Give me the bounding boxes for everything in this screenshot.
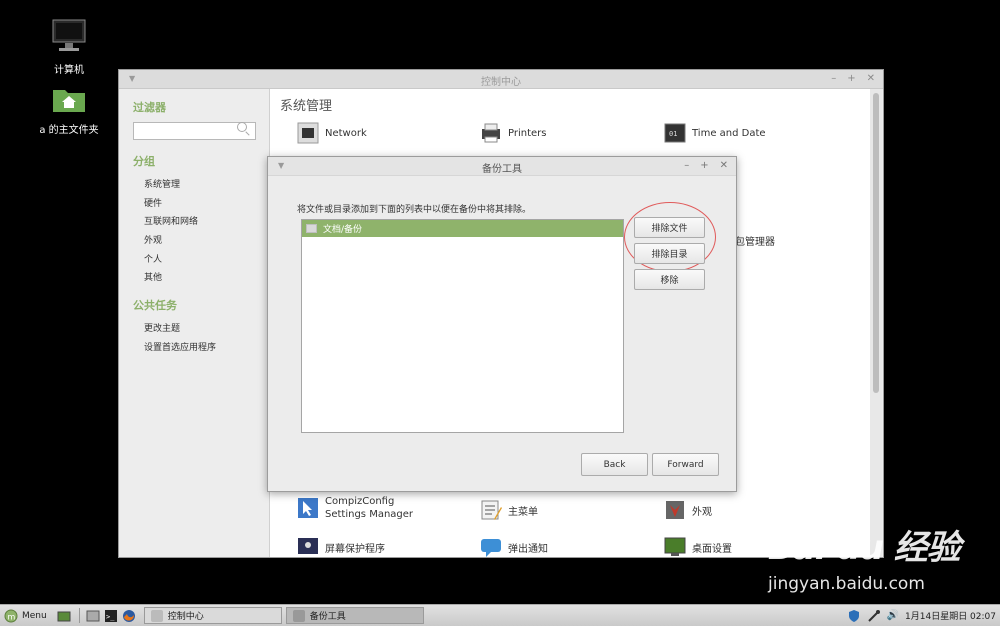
app-popup-notify[interactable]: 弹出通知 [480, 536, 548, 558]
app-time-date[interactable]: 01 Time and Date [664, 122, 766, 144]
scrollbar-thumb[interactable] [873, 93, 879, 393]
firefox-icon[interactable] [122, 609, 136, 623]
desktop-settings-icon [664, 537, 686, 556]
desktop-icon-label: a 的主文件夹 [39, 125, 99, 136]
app-label: 外观 [692, 506, 712, 518]
printer-icon [482, 123, 500, 143]
window-title: 控制中心 [481, 77, 521, 88]
instruction-text: 将文件或目录添加到下面的列表中以便在备份中将其排除。 [297, 205, 532, 215]
groups-heading: 分组 [133, 155, 155, 168]
taskbar-window-backup-tool[interactable]: 备份工具 [285, 607, 424, 624]
minimize-icon[interactable]: – [684, 160, 689, 171]
clock[interactable]: 1月14日星期日 02:07 [905, 609, 996, 622]
home-folder-icon [53, 90, 85, 112]
dialog-title: 备份工具 [482, 164, 522, 175]
minimize-icon[interactable]: – [831, 73, 836, 84]
app-label: CompizConfig Settings Manager [325, 496, 414, 520]
network-status-icon[interactable] [867, 609, 881, 623]
svg-text:m: m [8, 612, 16, 621]
sidebar: 过滤器 分组 系统管理 硬件 互联网和网络 外观 个人 其他 公共任务 更改主题… [119, 89, 269, 557]
folder-icon [306, 224, 317, 233]
screensaver-icon [298, 538, 318, 554]
appearance-icon [666, 501, 684, 519]
sidebar-item-other[interactable]: 其他 [144, 270, 162, 283]
app-network[interactable]: Network [297, 122, 367, 144]
section-title: 系统管理 [280, 99, 333, 114]
desktop-icon-computer[interactable]: 计算机 [34, 18, 104, 76]
taskbar-window-control-center[interactable]: 控制中心 [143, 607, 282, 624]
show-desktop-icon[interactable] [57, 609, 71, 623]
exclusion-list[interactable]: 文档/备份 [301, 219, 624, 433]
baidu-watermark: Bai du 经验 jingyan.baidu.com [768, 520, 998, 604]
app-package-manager[interactable]: 包管理器 [735, 233, 775, 248]
desktop-icon-home-folder[interactable]: a 的主文件夹 [34, 84, 104, 136]
shield-icon[interactable] [847, 609, 861, 623]
close-icon[interactable]: ✕ [720, 160, 728, 171]
dialog-title-bar: ▼ 备份工具 – + ✕ [268, 157, 736, 176]
app-appearance[interactable]: 外观 [664, 499, 712, 521]
clock-icon: 01 [664, 123, 686, 143]
app-screensaver[interactable]: 屏幕保护程序 [297, 536, 385, 558]
app-label: Printers [508, 127, 547, 139]
backup-dialog: ▼ 备份工具 – + ✕ 将文件或目录添加到下面的列表中以便在备份中将其排除。 … [267, 156, 737, 492]
title-bar: ▼ 控制中心 – + ✕ [119, 70, 883, 89]
menu-button[interactable]: m Menu [4, 607, 47, 624]
watermark-url: jingyan.baidu.com [768, 574, 925, 594]
exclude-file-button[interactable]: 排除文件 [634, 217, 705, 238]
control-center-icon [150, 609, 163, 622]
remove-button[interactable]: 移除 [634, 269, 705, 290]
notification-icon [481, 539, 501, 557]
network-icon [297, 122, 319, 144]
sidebar-item-hardware[interactable]: 硬件 [144, 196, 162, 209]
sidebar-item-internet[interactable]: 互联网和网络 [144, 214, 198, 227]
sidebar-item-appearance[interactable]: 外观 [144, 233, 162, 246]
svg-text:01: 01 [669, 130, 677, 138]
list-item[interactable]: 文档/备份 [302, 220, 623, 237]
sidebar-item-personal[interactable]: 个人 [144, 252, 162, 265]
app-label: 包管理器 [735, 237, 775, 248]
desktop-icon-label: 计算机 [54, 65, 84, 76]
app-label: 桌面设置 [692, 543, 732, 555]
taskbar: m Menu >_ 控制中心 备份工具 🔊 1月14日星期日 02:07 [0, 604, 1000, 626]
app-label: 主菜单 [508, 506, 538, 518]
scrollbar[interactable] [870, 89, 882, 557]
svg-text:>_: >_ [106, 613, 115, 621]
sidebar-item-system[interactable]: 系统管理 [144, 177, 180, 190]
app-printers[interactable]: Printers [480, 122, 546, 144]
tasks-heading: 公共任务 [133, 299, 177, 312]
volume-icon[interactable]: 🔊 [887, 610, 899, 621]
maximize-icon[interactable]: + [847, 73, 855, 84]
backup-tool-icon [292, 609, 305, 622]
computer-icon [52, 19, 86, 51]
maximize-icon[interactable]: + [700, 160, 708, 171]
search-icon [237, 122, 247, 132]
app-label: 屏幕保护程序 [325, 543, 385, 555]
terminal-icon[interactable]: >_ [104, 609, 118, 623]
exclude-directory-button[interactable]: 排除目录 [634, 243, 705, 264]
menu-editor-icon [481, 500, 502, 520]
back-button[interactable]: Back [581, 453, 648, 476]
taskbar-window-label: 备份工具 [309, 612, 346, 622]
app-label: 弹出通知 [508, 543, 548, 555]
app-main-menu[interactable]: 主菜单 [480, 499, 538, 521]
app-label: Time and Date [692, 127, 766, 139]
compiz-icon [298, 498, 318, 518]
file-manager-icon[interactable] [86, 609, 100, 623]
close-icon[interactable]: ✕ [867, 73, 875, 84]
taskbar-window-label: 控制中心 [167, 612, 204, 622]
search-box[interactable] [133, 122, 256, 140]
app-desktop-settings[interactable]: 桌面设置 [664, 536, 732, 558]
list-item-label: 文档/备份 [323, 225, 363, 235]
forward-button[interactable]: Forward [652, 453, 719, 476]
task-preferred-apps[interactable]: 设置首选应用程序 [144, 340, 216, 353]
menu-label: Menu [22, 610, 47, 621]
app-label: Network [325, 127, 367, 139]
watermark-brand: Bai du 经验 [768, 528, 961, 568]
mint-logo-icon: m [4, 609, 18, 622]
search-input[interactable] [137, 124, 236, 140]
app-compiz[interactable]: CompizConfig Settings Manager [297, 495, 435, 521]
task-change-theme[interactable]: 更改主题 [144, 321, 180, 334]
filter-heading: 过滤器 [133, 101, 166, 114]
